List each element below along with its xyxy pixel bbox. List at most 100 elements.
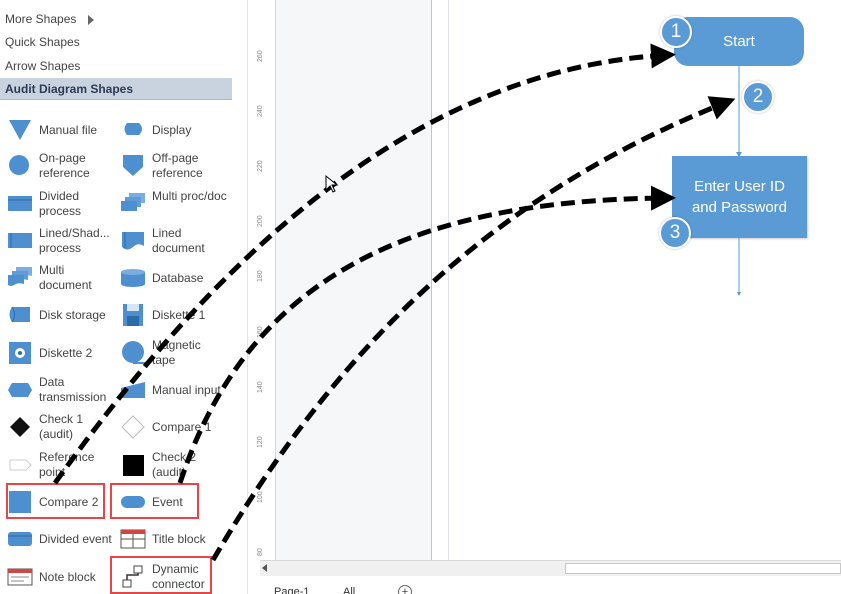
magnetic-tape-icon (122, 341, 145, 364)
scroll-thumb[interactable] (565, 563, 841, 574)
event-highlight (110, 483, 199, 519)
shape-label: Divided event (39, 532, 112, 546)
shape-label: Data transmission (39, 375, 107, 404)
shape-label: Multi document (39, 263, 92, 292)
more-shapes-menu[interactable]: More Shapes (0, 8, 232, 30)
process-label: Enter User ID and Password (691, 178, 788, 216)
vertical-ruler: 260 240 220 200 180 160 140 120 100 80 (254, 0, 276, 560)
badge-number: 3 (669, 222, 681, 243)
shape-lined-shaded-process[interactable]: Lined/Shad... process (0, 225, 112, 259)
lined-document-icon (122, 232, 144, 250)
shape-label: Diskette 2 (39, 346, 93, 360)
shape-label: Disk storage (39, 308, 106, 322)
ruler-label: 240 (257, 105, 264, 117)
add-page-plus: + (401, 586, 409, 594)
shape-label: Diskette 1 (152, 308, 206, 322)
shape-multi-document[interactable]: Multi document (0, 262, 112, 296)
shape-label: Manual file (39, 123, 98, 137)
more-shapes-label: More Shapes (5, 12, 77, 26)
shapes-pane: More Shapes Quick Shapes Arrow Shapes Au… (0, 0, 248, 594)
shape-check-2-audit[interactable]: Check 2 (audit) (113, 449, 225, 483)
note-block-icon (7, 568, 33, 586)
horizontal-scrollbar[interactable] (260, 560, 841, 576)
shape-label: Note block (39, 570, 96, 584)
diskette-1-icon (123, 304, 143, 326)
flowchart-start-shape[interactable]: Start (674, 17, 804, 66)
shape-on-page-reference[interactable]: On-page reference (0, 150, 112, 184)
lined-shaded-process-icon (8, 233, 32, 248)
disk-storage-icon (9, 306, 30, 323)
ruler-label: 220 (257, 160, 264, 172)
multi-proc-doc-icon (121, 193, 145, 211)
diskette-2-icon (9, 342, 31, 364)
divided-process-icon (8, 196, 32, 211)
shape-label: On-page reference (39, 151, 90, 180)
arrow-shapes-label: Arrow Shapes (5, 59, 81, 73)
shape-compare-1[interactable]: Compare 1 (113, 411, 225, 445)
page-boundary (448, 0, 449, 560)
page-tab-bar: Page-1 All (260, 577, 841, 594)
shape-off-page-reference[interactable]: Off-page reference (113, 150, 225, 184)
shape-label: Check 2 (audit) (152, 450, 197, 479)
shape-label: Title block (152, 532, 206, 546)
badge-number: 1 (670, 21, 682, 42)
shape-label: Off-page reference (152, 151, 203, 180)
quick-shapes-label: Quick Shapes (5, 35, 80, 49)
display-icon (124, 123, 142, 135)
quick-shapes-stencil[interactable]: Quick Shapes (0, 31, 232, 53)
shape-label: Compare 1 (152, 420, 212, 434)
shape-manual-input[interactable]: Manual input (113, 374, 225, 408)
tab-page-1[interactable]: Page-1 (274, 586, 309, 594)
compare-1-icon (121, 415, 145, 439)
ruler-label: 120 (257, 436, 264, 448)
divided-event-icon (8, 532, 32, 546)
ruler-label: 180 (257, 270, 264, 282)
shape-label: Lined/Shad... process (39, 226, 110, 255)
shape-note-block[interactable]: Note block (0, 561, 112, 594)
flowchart-process-shape[interactable]: Enter User ID and Password (672, 156, 807, 238)
manual-file-icon (9, 120, 31, 140)
shape-display[interactable]: Display (113, 114, 225, 148)
shape-database[interactable]: Database (113, 262, 225, 296)
shape-check-1-audit[interactable]: Check 1 (audit) (0, 411, 112, 445)
ruler-label: 100 (257, 491, 264, 503)
scroll-left-icon[interactable] (262, 564, 267, 572)
shape-divided-process[interactable]: Divided process (0, 188, 112, 222)
shape-label: Display (152, 123, 192, 137)
shape-data-transmission[interactable]: Data transmission (0, 374, 112, 408)
shape-label: Lined document (152, 226, 205, 255)
shape-diskette-2[interactable]: Diskette 2 (0, 337, 112, 371)
shape-title-block[interactable]: Title block (113, 523, 225, 557)
off-page-area (276, 0, 432, 560)
tab-all[interactable]: All (343, 586, 355, 594)
multi-document-icon (8, 267, 32, 286)
arrow-shapes-stencil[interactable]: Arrow Shapes (0, 55, 232, 77)
shape-manual-file[interactable]: Manual file (0, 114, 112, 148)
shape-diskette-1[interactable]: Diskette 1 (113, 299, 225, 333)
compare-2-highlight (6, 483, 105, 519)
shape-label: Database (152, 271, 204, 285)
manual-input-icon (121, 382, 145, 398)
shape-label: Reference point (39, 450, 95, 479)
badge-number: 2 (752, 86, 764, 107)
data-transmission-icon (8, 383, 32, 397)
shape-magnetic-tape[interactable]: Magnetic tape (113, 337, 225, 371)
shape-label: Magnetic tape (152, 338, 201, 367)
dynamic-connector-highlight (110, 556, 212, 594)
reference-point-icon (9, 459, 32, 471)
audit-diagram-shapes-stencil[interactable]: Audit Diagram Shapes (0, 78, 232, 100)
shape-multi-proc-doc[interactable]: Multi proc/doc (113, 188, 227, 222)
shape-reference-point[interactable]: Reference point (0, 449, 112, 483)
shape-disk-storage[interactable]: Disk storage (0, 299, 112, 333)
shape-lined-document[interactable]: Lined document (113, 225, 225, 259)
step-badge-2: 2 (742, 81, 774, 113)
shape-label: Divided process (39, 189, 82, 218)
title-block-icon (120, 529, 146, 549)
database-icon (121, 269, 145, 287)
add-page-button[interactable]: + (398, 585, 412, 594)
start-label: Start (723, 33, 755, 50)
check-1-audit-icon (10, 417, 30, 437)
shape-divided-event[interactable]: Divided event (0, 523, 112, 557)
ruler-label: 160 (257, 326, 264, 338)
ruler-label: 200 (257, 215, 264, 227)
